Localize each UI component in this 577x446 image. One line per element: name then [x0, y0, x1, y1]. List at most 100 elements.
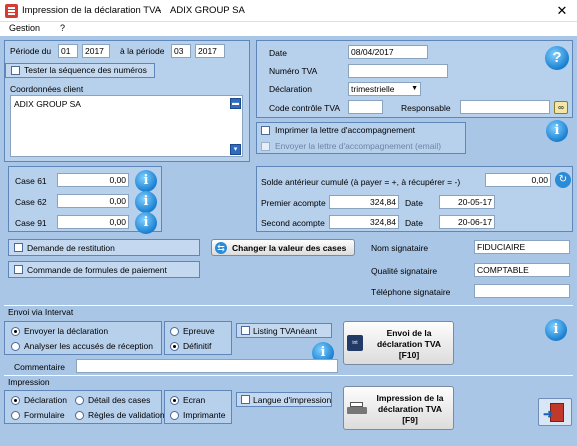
refresh-icon[interactable]: ↻ — [555, 172, 571, 188]
imprimer-lettre-checkbox[interactable] — [261, 126, 270, 135]
declaration-select[interactable]: trimestrielle ▼ — [348, 82, 421, 96]
solde-label: Solde antérieur cumulé (à payer = +, à r… — [261, 177, 461, 187]
case-62-input[interactable]: 0,00 — [57, 194, 129, 208]
responsable-input[interactable] — [460, 100, 550, 114]
client-area: Période du 01 2017 à la période 03 2017 … — [0, 36, 577, 446]
regles-validation-radio[interactable] — [75, 411, 84, 420]
envoi-declaration-button[interactable]: int Envoi de la déclaration TVA [F10] — [343, 321, 454, 365]
envoi-button-line2: déclaration TVA — [376, 339, 442, 349]
search-responsable-icon[interactable]: ∞ — [554, 101, 568, 114]
periode-panel: Période du 01 2017 à la période 03 2017 … — [4, 40, 250, 162]
periode-from-label: Période du — [10, 46, 52, 56]
exit-button[interactable]: ➜ — [538, 398, 572, 426]
menu-help[interactable]: ? — [60, 23, 65, 33]
ecran-radio[interactable] — [170, 396, 179, 405]
langue-impression-label: Langue d'impression — [253, 395, 332, 405]
declaration-label: Déclaration — [269, 84, 312, 94]
changer-valeur-button[interactable]: ⇆ Changer la valeur des cases — [211, 239, 355, 256]
commentaire-label: Commentaire — [14, 362, 66, 372]
commande-formules-checkbox[interactable] — [14, 265, 23, 274]
cases-panel: Case 61 0,00 i Case 62 0,00 i Case 91 0,… — [8, 166, 162, 234]
listing-tvaneant-checkbox[interactable] — [241, 326, 250, 335]
to-month-input[interactable]: 03 — [171, 44, 191, 58]
commentaire-input[interactable] — [76, 359, 338, 373]
nom-signataire-input[interactable]: FIDUCIAIRE — [474, 240, 570, 254]
envoyer-lettre-checkbox[interactable] — [261, 142, 270, 151]
envoi-info-icon[interactable]: i — [545, 319, 567, 341]
code-controle-input[interactable] — [348, 100, 383, 114]
premier-acompte-input[interactable]: 324,84 — [329, 195, 399, 209]
exit-arrow-icon: ➜ — [543, 407, 554, 421]
solde-input[interactable]: 0,00 — [485, 173, 551, 187]
solde-panel: Solde antérieur cumulé (à payer = +, à r… — [256, 166, 573, 232]
case-91-label: Case 91 — [15, 218, 47, 228]
impression-section-label: Impression — [8, 377, 50, 387]
declaration-print-label: Déclaration — [24, 395, 67, 405]
impression-button-line1: Impression de la — [376, 393, 444, 403]
demande-restitution-checkbox[interactable] — [14, 243, 23, 252]
close-button[interactable]: ✕ — [552, 2, 572, 20]
telephone-signataire-label: Téléphone signataire — [371, 287, 451, 297]
demande-restitution-box[interactable]: Demande de restitution — [8, 239, 200, 256]
tester-sequence-label: Tester la séquence des numéros — [24, 65, 147, 75]
demande-restitution-label: Demande de restitution — [27, 243, 115, 253]
coordonnees-textarea[interactable]: ADIX GROUP SA ▬ ▾ — [10, 95, 243, 157]
regles-validation-label: Règles de validation — [88, 410, 165, 420]
periode-to-label: à la période — [120, 46, 165, 56]
intervat-separator — [4, 305, 573, 306]
imprimante-radio[interactable] — [170, 411, 179, 420]
listing-tvaneant-label: Listing TVAnéant — [253, 326, 317, 336]
qualite-signataire-input[interactable]: COMPTABLE — [474, 263, 570, 277]
detail-cases-radio[interactable] — [75, 396, 84, 405]
to-year-input[interactable]: 2017 — [195, 44, 225, 58]
case-61-info-icon[interactable]: i — [135, 170, 157, 192]
declaration-radio[interactable] — [11, 396, 20, 405]
impression-declaration-button[interactable]: Impression de la déclaration TVA [F9] — [343, 386, 454, 430]
title-separator: - — [158, 5, 162, 16]
analyser-accuses-label: Analyser les accusés de réception — [24, 341, 153, 351]
formulaire-radio[interactable] — [11, 411, 20, 420]
case-91-input[interactable]: 0,00 — [57, 215, 129, 229]
second-date-input[interactable]: 20-06-17 — [439, 215, 495, 229]
commande-formules-box[interactable]: Commande de formules de paiement — [8, 261, 200, 278]
from-year-input[interactable]: 2017 — [82, 44, 110, 58]
numero-tva-input[interactable] — [348, 64, 448, 78]
envoyer-declaration-radio[interactable] — [11, 327, 20, 336]
info-icon[interactable]: i — [546, 120, 568, 142]
arrows-icon: ⇆ — [215, 242, 227, 254]
menu-bar: Gestion ? — [0, 22, 577, 36]
date-input[interactable]: 08/04/2017 — [348, 45, 428, 59]
envoyer-declaration-label: Envoyer la déclaration — [24, 326, 109, 336]
qualite-signataire-label: Qualité signataire — [371, 266, 438, 276]
title-bar: Impression de la déclaration TVA - ADIX … — [0, 0, 577, 22]
impression-output-group: Ecran Imprimante — [164, 390, 232, 424]
help-icon[interactable]: ? — [545, 46, 569, 70]
epreuve-radio[interactable] — [170, 327, 179, 336]
coordonnees-label: Coordonnées client — [10, 84, 84, 94]
langue-impression-checkbox[interactable] — [241, 395, 250, 404]
scroll-down-icon[interactable]: ▾ — [230, 144, 241, 155]
declaration-info-panel: Date 08/04/2017 Numéro TVA Déclaration t… — [256, 40, 573, 118]
premier-date-label: Date — [405, 198, 423, 208]
case-91-info-icon[interactable]: i — [135, 212, 157, 234]
impression-separator — [4, 375, 573, 376]
langue-impression-box[interactable]: Langue d'impression — [236, 392, 332, 407]
second-acompte-input[interactable]: 324,84 — [329, 215, 399, 229]
case-61-input[interactable]: 0,00 — [57, 173, 129, 187]
case-62-info-icon[interactable]: i — [135, 191, 157, 213]
intervat-section-label: Envoi via Intervat — [8, 307, 74, 317]
premier-date-input[interactable]: 20-05-17 — [439, 195, 495, 209]
tester-sequence-box[interactable]: Tester la séquence des numéros — [5, 63, 155, 78]
tester-sequence-checkbox[interactable] — [11, 66, 20, 75]
menu-gestion[interactable]: Gestion — [9, 23, 40, 33]
scroll-up-icon[interactable]: ▬ — [230, 98, 241, 109]
chevron-down-icon: ▼ — [411, 85, 418, 92]
from-month-input[interactable]: 01 — [58, 44, 78, 58]
definitif-radio[interactable] — [170, 342, 179, 351]
analyser-accuses-radio[interactable] — [11, 342, 20, 351]
code-controle-label: Code contrôle TVA — [269, 103, 341, 113]
telephone-signataire-input[interactable] — [474, 284, 570, 298]
intervat-logo-icon: int — [347, 335, 363, 351]
listing-tvaneant-box[interactable]: Listing TVAnéant — [236, 323, 332, 338]
changer-valeur-label: Changer la valeur des cases — [232, 243, 347, 253]
